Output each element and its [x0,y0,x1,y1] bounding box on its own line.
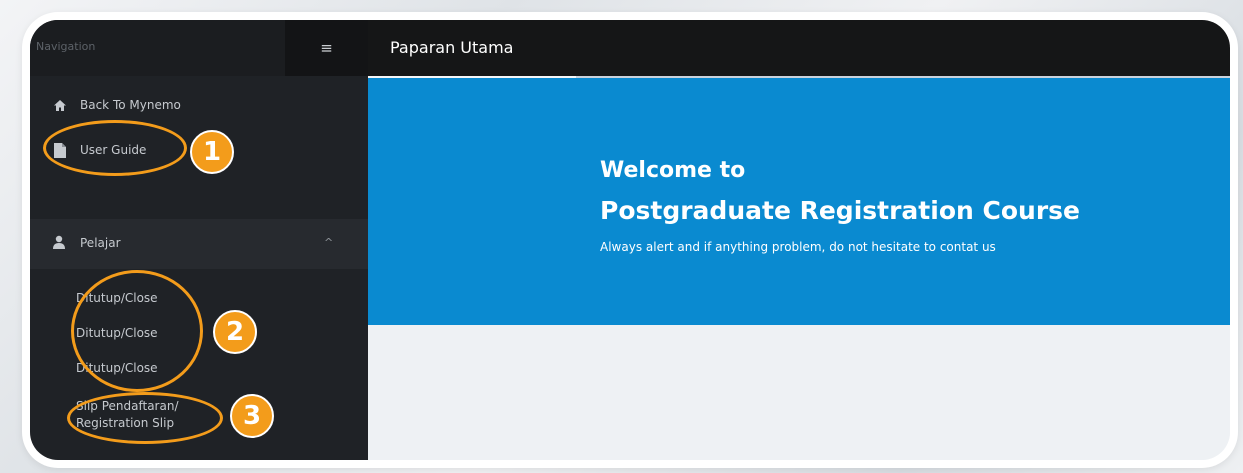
welcome-subtitle: Always alert and if anything problem, do… [600,240,996,254]
annotation-badge-3: 3 [230,394,274,438]
welcome-line-1: Welcome to [600,158,746,183]
highlight-ring-close-items [71,270,203,392]
welcome-line-2: Postgraduate Registration Course [600,196,1080,225]
app-window: Navigation ≡ Back To Mynemo User Guide P… [30,20,1230,460]
sidebar-item-back-to-mynemo[interactable]: Back To Mynemo [52,97,181,113]
annotation-badge-2: 2 [213,310,257,354]
annotation-badge-1: 1 [190,130,234,174]
page-title: Paparan Utama [390,38,514,57]
highlight-ring-user-guide [43,120,187,176]
highlight-ring-registration-slip [67,392,223,444]
user-icon [52,235,68,251]
hamburger-icon[interactable]: ≡ [285,20,368,76]
welcome-banner: Welcome to Postgraduate Registration Cou… [368,78,1230,325]
sidebar-section-pelajar[interactable]: Pelajar ^ [30,219,368,269]
chevron-up-icon[interactable]: ^ [324,236,333,249]
sidebar: Navigation ≡ Back To Mynemo User Guide P… [30,20,368,460]
home-icon [52,97,68,113]
sidebar-item-label: Back To Mynemo [80,98,181,112]
navigation-label: Navigation [36,40,96,53]
top-bar: Paparan Utama [368,20,1230,76]
sidebar-header: Navigation ≡ [30,20,368,76]
section-label: Pelajar [80,236,121,250]
main-content [368,325,1230,460]
